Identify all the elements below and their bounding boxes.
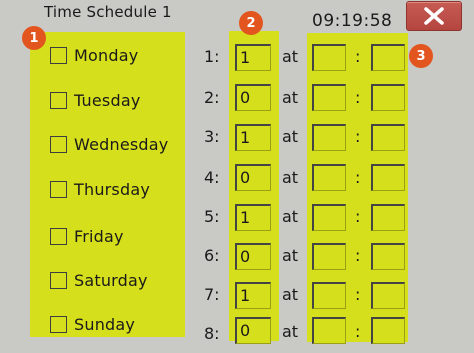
minute-field-5[interactable]	[371, 204, 405, 231]
minute-field-2[interactable]	[371, 84, 405, 111]
day-selection-panel: Monday Tuesday Wednesday Thursday Friday…	[30, 32, 185, 337]
day-row-thursday[interactable]: Thursday	[50, 177, 150, 201]
count-field-2[interactable]: 0	[235, 84, 271, 111]
count-field-7[interactable]: 1	[235, 282, 271, 309]
row-number: 1:	[204, 47, 220, 66]
minute-field-4[interactable]	[371, 164, 405, 191]
minute-field-1[interactable]	[371, 44, 405, 71]
time-separator: :	[355, 285, 361, 304]
at-label: at	[282, 285, 299, 304]
minute-field-8[interactable]	[371, 317, 405, 344]
callout-badge-2: 2	[239, 11, 263, 35]
close-button[interactable]	[406, 1, 462, 31]
at-label: at	[282, 47, 299, 66]
hour-field-6[interactable]	[312, 243, 346, 270]
count-field-8[interactable]: 0	[235, 317, 271, 344]
hour-field-2[interactable]	[312, 84, 346, 111]
day-label: Friday	[74, 226, 124, 246]
hour-field-1[interactable]	[312, 44, 346, 71]
day-row-monday[interactable]: Monday	[50, 43, 138, 67]
at-label: at	[282, 207, 299, 226]
at-label: at	[282, 246, 299, 265]
at-label: at	[282, 127, 299, 146]
callout-badge-3: 3	[409, 44, 433, 68]
at-label: at	[282, 322, 299, 341]
row-number: 5:	[204, 207, 220, 226]
day-label: Monday	[74, 45, 139, 65]
checkbox-sunday[interactable]	[50, 315, 67, 333]
day-row-wednesday[interactable]: Wednesday	[50, 132, 168, 156]
count-field-3[interactable]: 1	[235, 124, 271, 151]
checkbox-monday[interactable]	[50, 46, 67, 64]
window-title: Time Schedule 1	[44, 3, 172, 21]
count-field-1[interactable]: 1	[235, 44, 271, 71]
minute-field-7[interactable]	[371, 282, 405, 309]
row-number: 2:	[204, 88, 220, 107]
close-x-icon	[424, 7, 444, 25]
hour-field-8[interactable]	[312, 317, 346, 344]
day-row-friday[interactable]: Friday	[50, 224, 124, 248]
day-row-tuesday[interactable]: Tuesday	[50, 88, 141, 112]
count-field-4[interactable]: 0	[235, 164, 271, 191]
time-separator: :	[355, 47, 361, 66]
checkbox-tuesday[interactable]	[50, 91, 67, 109]
row-number: 8:	[204, 324, 220, 343]
row-number: 3:	[204, 127, 220, 146]
callout-badge-1: 1	[22, 26, 46, 50]
time-separator: :	[355, 127, 361, 146]
checkbox-wednesday[interactable]	[50, 135, 67, 153]
day-label: Thursday	[74, 179, 150, 199]
count-field-5[interactable]: 1	[235, 204, 271, 231]
day-row-sunday[interactable]: Sunday	[50, 312, 135, 336]
day-label: Saturday	[74, 270, 148, 290]
row-number: 4:	[204, 168, 220, 187]
count-field-6[interactable]: 0	[235, 243, 271, 270]
time-separator: :	[355, 322, 361, 341]
checkbox-friday[interactable]	[50, 227, 67, 245]
hour-field-3[interactable]	[312, 124, 346, 151]
minute-field-3[interactable]	[371, 124, 405, 151]
time-separator: :	[355, 246, 361, 265]
at-label: at	[282, 88, 299, 107]
checkbox-thursday[interactable]	[50, 180, 67, 198]
minute-field-6[interactable]	[371, 243, 405, 270]
hour-field-7[interactable]	[312, 282, 346, 309]
clock-display: 09:19:58	[312, 11, 393, 31]
time-separator: :	[355, 168, 361, 187]
time-separator: :	[355, 207, 361, 226]
row-number: 7:	[204, 285, 220, 304]
checkbox-saturday[interactable]	[50, 271, 67, 289]
day-label: Wednesday	[74, 134, 169, 154]
day-row-saturday[interactable]: Saturday	[50, 268, 148, 292]
day-label: Tuesday	[74, 90, 141, 110]
row-number: 6:	[204, 246, 220, 265]
time-separator: :	[355, 88, 361, 107]
at-label: at	[282, 168, 299, 187]
hour-field-4[interactable]	[312, 164, 346, 191]
day-label: Sunday	[74, 314, 136, 334]
hour-field-5[interactable]	[312, 204, 346, 231]
